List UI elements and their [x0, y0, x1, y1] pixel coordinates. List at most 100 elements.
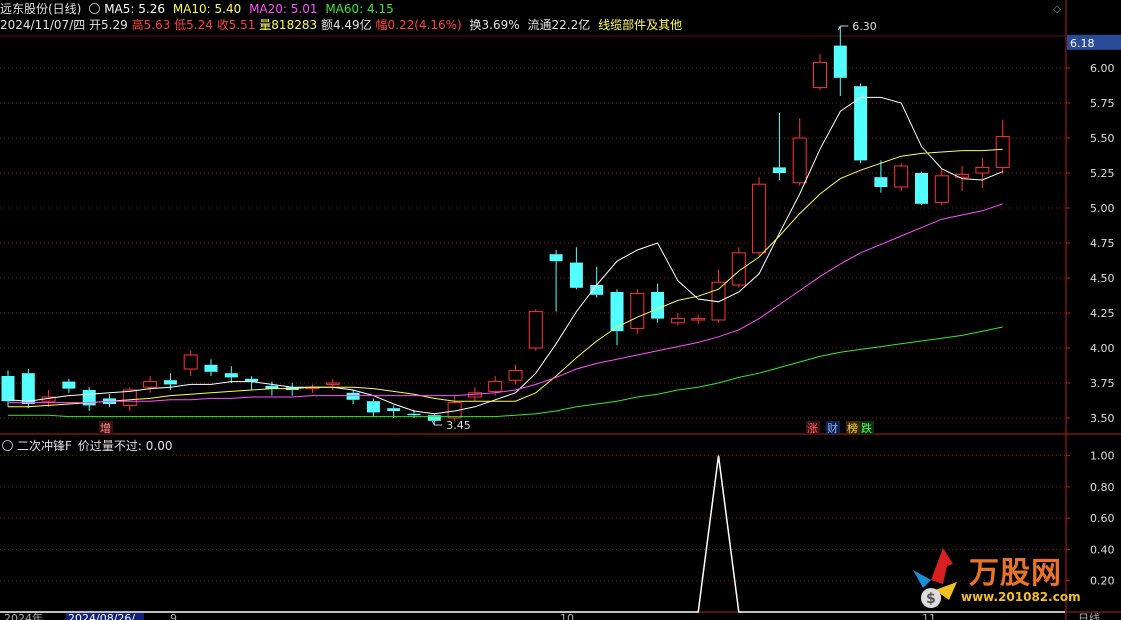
candle	[569, 247, 583, 290]
candle-body	[915, 173, 928, 204]
watermark-title: 万股网	[969, 556, 1062, 591]
watermark-url: www.201082.com	[961, 590, 1081, 604]
candle-body	[590, 285, 604, 295]
y-tick-label: 4.75	[1090, 237, 1115, 250]
indicator-title[interactable]: 二次冲锋F	[17, 439, 72, 453]
candle-body	[549, 254, 563, 262]
indicator-value-label: 价过量不过: 0.00	[77, 439, 173, 453]
watermark-logo: $ 万股网 www.201082.com	[909, 540, 1099, 620]
candle-body	[651, 292, 665, 319]
candle	[995, 119, 1010, 175]
candle-body	[427, 415, 441, 421]
quote-open: 开5.29	[89, 18, 128, 32]
y-tick-label: 4.00	[1090, 342, 1115, 355]
quote-sector[interactable]: 线缆部件及其他	[598, 18, 682, 32]
marker-bang[interactable]: 榜	[847, 421, 858, 435]
time-label-oct: 10	[560, 612, 574, 620]
candle	[346, 390, 360, 404]
candle-body	[569, 262, 583, 288]
chart-canvas[interactable]: 3.50 3.75 4.00 4.25 4.50 4.75 5.00 5.25 5.50 5.75…	[0, 0, 1121, 620]
quote-high: 高5.63	[131, 18, 171, 32]
y-tick-label: 5.25	[1090, 167, 1115, 180]
candle	[528, 308, 543, 351]
ma20-label: MA20: 5.01	[249, 2, 318, 16]
marker-add[interactable]: 增	[100, 421, 111, 435]
y-tick-label: 4.50	[1090, 272, 1115, 285]
indicator-toggle-icon[interactable]	[2, 440, 13, 451]
indicator-tick-label: 1.00	[1090, 450, 1115, 463]
diamond-icon[interactable]: ◇	[1053, 4, 1061, 15]
candle	[772, 112, 786, 180]
ma60-label: MA60: 4.15	[325, 2, 394, 16]
quote-float: 流通22.2亿	[527, 18, 591, 32]
candle-body	[752, 183, 767, 254]
max-price-label: 6.30	[852, 20, 877, 33]
candle	[366, 398, 380, 417]
candle	[670, 313, 685, 326]
candle	[813, 54, 827, 91]
ma10-line	[8, 148, 1003, 408]
ma20-line	[8, 203, 1003, 404]
candle-body	[143, 381, 158, 388]
indicator-tick-label: 0.60	[1090, 512, 1115, 525]
marker-die[interactable]: 跌	[861, 421, 872, 435]
marker-zhang[interactable]: 涨	[807, 422, 818, 435]
time-label-date: 2024/08/26/	[68, 612, 135, 620]
candle	[82, 387, 96, 411]
candle-body	[670, 318, 685, 324]
header-line-1: 远东股份(日线) MA5: 5.26 MA10: 5.40 MA20: 5.01…	[0, 2, 398, 17]
indicator-signal-line	[0, 455, 1065, 613]
candle	[62, 378, 76, 393]
ma10-label: MA10: 5.40	[172, 2, 242, 16]
candle	[305, 384, 320, 393]
candle-body	[204, 364, 218, 372]
candle	[651, 283, 665, 323]
candle-body	[183, 354, 198, 370]
quote-change: 幅0.22(4.16%)	[375, 18, 462, 32]
candle-body	[792, 137, 807, 184]
candle-body	[407, 413, 421, 416]
marker-cai[interactable]: 财	[827, 421, 838, 435]
candle-body	[528, 311, 543, 349]
candle	[590, 266, 604, 298]
candle-body	[894, 165, 909, 188]
quote-date: 2024/11/07/四	[0, 18, 86, 32]
candle-body	[163, 380, 177, 385]
candle-body	[772, 167, 786, 173]
quote-turnover: 换3.69%	[469, 18, 520, 32]
candle-body	[224, 373, 238, 378]
candle-body	[366, 401, 380, 413]
svg-text:$: $	[926, 591, 936, 607]
header-line-2: 2024/11/07/四 开5.29 高5.63 低5.24 收5.51 量81…	[0, 18, 686, 33]
ma5-line	[7, 96, 1003, 415]
time-label-year: 2024年	[4, 611, 43, 620]
candle	[975, 157, 990, 189]
candle	[224, 366, 238, 383]
y-tick-label: 3.50	[1090, 412, 1115, 425]
arrow-logo-icon: $	[913, 548, 957, 608]
candle	[691, 314, 706, 325]
y-tick-label: 5.75	[1090, 97, 1115, 110]
candle	[752, 177, 767, 256]
candle-body	[325, 382, 340, 385]
candle-body	[21, 373, 35, 404]
candle	[610, 289, 624, 346]
candle-body	[691, 318, 706, 321]
candle-body	[62, 381, 76, 389]
ma60-line	[8, 326, 1003, 418]
current-price-label: 6.18	[1070, 37, 1095, 50]
indicator-header: 二次冲锋F 价过量不过: 0.00	[2, 437, 172, 454]
ma-toggle-icon[interactable]	[89, 3, 101, 14]
y-tick-label: 3.75	[1090, 377, 1115, 390]
candle-body	[995, 136, 1010, 168]
candle-body	[833, 45, 847, 78]
quote-low: 低5.24	[174, 18, 213, 32]
quote-volume: 量818283	[259, 18, 318, 32]
quote-close: 收5.51	[216, 18, 256, 32]
candle	[183, 350, 198, 376]
candle-body	[630, 292, 645, 329]
candle	[630, 289, 645, 334]
time-label-sep: 9	[170, 612, 177, 620]
quote-amount: 额4.49亿	[320, 18, 372, 32]
stock-name: 远东股份(日线)	[0, 2, 82, 16]
